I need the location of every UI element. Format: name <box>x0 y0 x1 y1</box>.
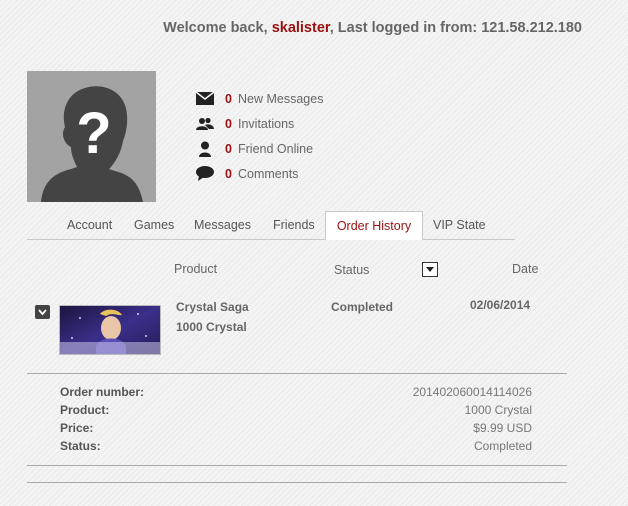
tab-games[interactable]: Games <box>134 211 174 239</box>
product-thumbnail[interactable] <box>59 305 161 355</box>
price-label: Price: <box>60 421 94 435</box>
tab-vip-state[interactable]: VIP State <box>433 211 486 239</box>
product-value: 1000 Crystal <box>464 403 532 417</box>
status-label: Status: <box>60 439 101 453</box>
divider <box>27 373 567 374</box>
stat-label: Friend Online <box>238 141 314 156</box>
tab-messages[interactable]: Messages <box>194 211 251 239</box>
order-number-label: Order number: <box>60 385 145 399</box>
account-tabs: Account Games Messages Friends Order His… <box>27 211 515 240</box>
notification-stats: 0 New Messages 0 Invitations 0 Friend On… <box>196 86 323 186</box>
order-date: 02/06/2014 <box>470 298 531 312</box>
speech-bubble-icon <box>196 165 218 183</box>
game-art-image <box>60 306 160 354</box>
stat-friend-online[interactable]: 0 Friend Online <box>196 136 323 161</box>
product-column-header: Product <box>174 262 218 276</box>
envelope-icon <box>196 90 218 108</box>
divider <box>27 482 567 483</box>
status-value: Completed <box>473 439 532 453</box>
person-icon <box>196 140 218 158</box>
svg-text:?: ? <box>76 101 111 166</box>
order-item-name: 1000 Crystal <box>176 320 247 334</box>
tab-friends[interactable]: Friends <box>273 211 315 239</box>
chevron-down-icon <box>426 267 434 272</box>
product-label: Product: <box>60 403 110 417</box>
stat-count: 0 <box>225 166 232 181</box>
last-login-info: , Last logged in from: 121.58.212.180 <box>329 20 582 36</box>
tab-order-history[interactable]: Order History <box>325 211 423 240</box>
avatar[interactable]: ? <box>27 71 156 202</box>
stat-comments[interactable]: 0 Comments <box>196 161 323 186</box>
stat-count: 0 <box>225 141 232 156</box>
stat-label: New Messages <box>238 91 324 106</box>
chevron-down-icon <box>38 309 47 316</box>
username-link[interactable]: skalister <box>272 20 330 36</box>
default-avatar-icon: ? <box>41 86 143 202</box>
order-status: Completed <box>331 300 394 314</box>
price-value: $9.99 USD <box>473 421 532 435</box>
tab-account[interactable]: Account <box>67 211 112 239</box>
date-column-header: Date <box>512 262 539 276</box>
welcome-prefix: Welcome back, <box>163 20 268 36</box>
order-game-name[interactable]: Crystal Saga <box>176 300 249 314</box>
expand-order-toggle[interactable] <box>35 305 50 319</box>
order-number-value: 20140206001411402​6 <box>412 385 532 399</box>
stat-new-messages[interactable]: 0 New Messages <box>196 86 323 111</box>
welcome-message: Welcome back, skalister, Last logged in … <box>163 20 582 36</box>
stat-count: 0 <box>225 91 232 106</box>
stat-invitations[interactable]: 0 Invitations <box>196 111 323 136</box>
stat-count: 0 <box>225 116 232 131</box>
stat-label: Invitations <box>238 116 295 131</box>
status-filter-dropdown[interactable] <box>422 262 438 277</box>
users-icon <box>196 115 218 133</box>
stat-label: Comments <box>238 166 299 181</box>
divider <box>27 465 567 466</box>
status-column-header: Status <box>334 263 370 277</box>
